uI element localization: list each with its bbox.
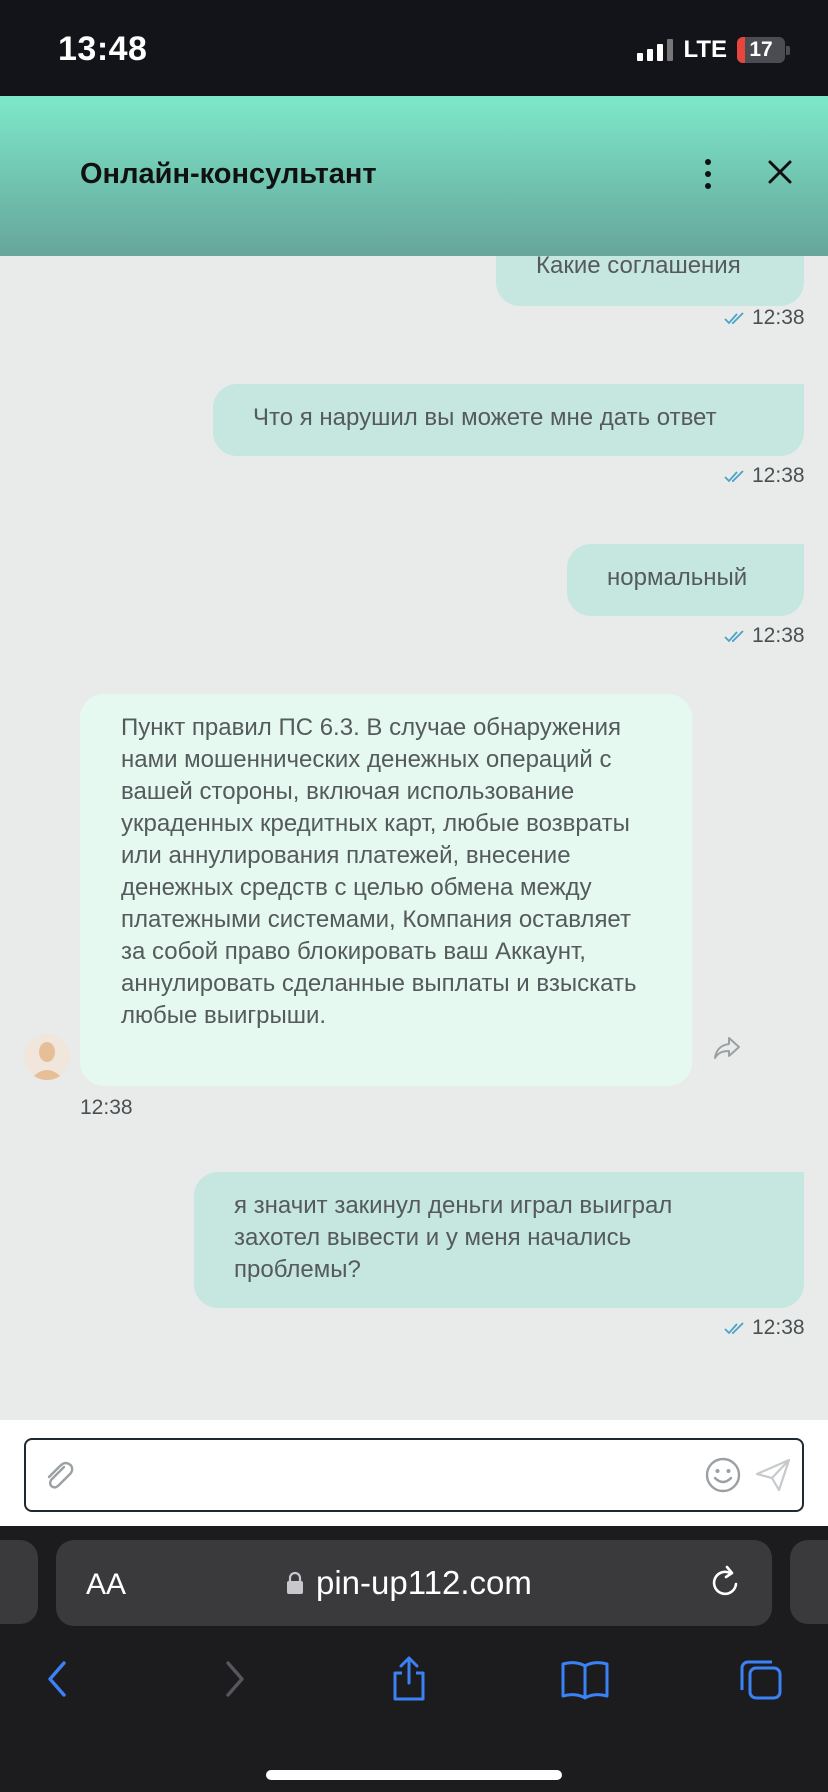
- message-text: Что я нарушил вы можете мне дать ответ: [253, 404, 717, 431]
- composer-box: [24, 1438, 804, 1512]
- network-type: LTE: [683, 36, 727, 63]
- message-text: Какие соглашения: [536, 256, 741, 279]
- share-icon[interactable]: [712, 1034, 742, 1062]
- close-button[interactable]: [762, 152, 798, 192]
- text-size-button[interactable]: AA: [86, 1568, 126, 1602]
- tabs-icon: [740, 1660, 782, 1700]
- browser-address-area: AA pin-up112.com: [0, 1526, 828, 1628]
- text-size-label: AA: [86, 1568, 127, 1601]
- battery-level: 17: [749, 38, 773, 61]
- message-bubble-outgoing: нормальный: [567, 544, 804, 616]
- paperclip-icon[interactable]: [42, 1458, 76, 1494]
- message-bubble-outgoing: Какие соглашения: [496, 256, 804, 306]
- previous-tab-preview[interactable]: [0, 1540, 38, 1624]
- forward-button[interactable]: [210, 1654, 260, 1704]
- message-text: я значит закинул деньги играл выиграл за…: [234, 1192, 673, 1283]
- message-meta: 12:38: [80, 1096, 133, 1120]
- message-time: 12:38: [752, 306, 805, 329]
- message-meta: 12:38: [724, 306, 805, 330]
- status-time: 13:48: [58, 30, 148, 68]
- more-options-button[interactable]: [690, 154, 726, 194]
- message-meta: 12:38: [724, 1316, 805, 1340]
- address-bar[interactable]: AA pin-up112.com: [56, 1540, 772, 1626]
- reload-icon[interactable]: [708, 1564, 742, 1602]
- next-tab-preview[interactable]: [790, 1540, 828, 1624]
- user-avatar-icon: [24, 1034, 70, 1080]
- share-page-icon: [393, 1656, 425, 1701]
- lock-icon: [287, 1571, 303, 1594]
- url-text: pin-up112.com: [316, 1564, 532, 1601]
- message-composer: [0, 1420, 828, 1526]
- status-indicators: LTE 17: [637, 36, 790, 64]
- double-check-icon: [724, 312, 744, 325]
- double-check-icon: [724, 470, 744, 483]
- browser-toolbar: [0, 1628, 828, 1792]
- signal-icon: [637, 39, 674, 61]
- tabs-button[interactable]: [736, 1654, 786, 1704]
- message-time: 12:38: [752, 464, 805, 487]
- avatar: [24, 1034, 70, 1080]
- bookmarks-button[interactable]: [560, 1654, 610, 1704]
- message-meta: 12:38: [724, 464, 805, 488]
- share-page-button[interactable]: [384, 1654, 434, 1704]
- status-bar: 13:48 LTE 17: [0, 0, 828, 96]
- url-display[interactable]: pin-up112.com: [286, 1564, 532, 1602]
- message-text: нормальный: [607, 564, 748, 591]
- back-button[interactable]: [32, 1654, 82, 1704]
- message-meta: 12:38: [724, 624, 805, 648]
- forward-icon: [226, 1661, 244, 1697]
- message-input[interactable]: [92, 1454, 652, 1498]
- home-indicator: [266, 1770, 562, 1780]
- send-icon[interactable]: [754, 1456, 792, 1494]
- message-time: 12:38: [752, 624, 805, 647]
- double-check-icon: [724, 630, 744, 643]
- message-bubble-outgoing: я значит закинул деньги играл выиграл за…: [194, 1172, 804, 1308]
- emoji-icon[interactable]: [704, 1456, 742, 1494]
- chat-header: Онлайн-консультант: [0, 96, 828, 256]
- more-vertical-icon: [705, 159, 711, 165]
- back-icon: [48, 1661, 66, 1697]
- message-time: 12:38: [752, 1316, 805, 1339]
- battery-icon: 17: [737, 37, 790, 63]
- chat-messages[interactable]: Какие соглашения 12:38 Что я нарушил вы …: [0, 256, 828, 1420]
- chat-title: Онлайн-консультант: [80, 158, 377, 190]
- message-time: 12:38: [80, 1096, 133, 1119]
- bookmarks-icon: [561, 1661, 609, 1700]
- double-check-icon: [724, 1322, 744, 1335]
- message-bubble-outgoing: Что я нарушил вы можете мне дать ответ: [213, 384, 804, 456]
- message-bubble-incoming: Пункт правил ПС 6.3. В случае обнаружени…: [80, 694, 692, 1086]
- message-text: Пункт правил ПС 6.3. В случае обнаружени…: [121, 714, 637, 1029]
